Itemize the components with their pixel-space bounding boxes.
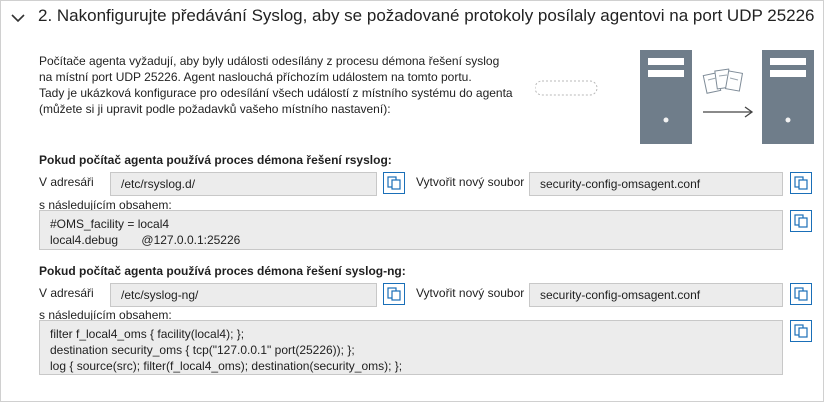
- rsyslog-section-title: Pokud počítač agenta používá proces démo…: [39, 153, 392, 167]
- copy-icon: [387, 176, 401, 190]
- copy-icon: [794, 214, 808, 228]
- copy-dir-button[interactable]: [383, 283, 405, 305]
- copy-file-button[interactable]: [790, 172, 812, 194]
- documents-icon: [702, 68, 744, 94]
- code-line: filter f_local4_oms { facility(local4); …: [50, 327, 245, 341]
- syslogng-dir-label: V adresáři: [39, 286, 94, 300]
- chevron-down-icon[interactable]: [10, 10, 26, 26]
- intro-line: (můžete si ji upravit podle požadavků va…: [39, 102, 391, 116]
- section-title[interactable]: 2. Nakonfigurujte předávání Syslog, aby …: [38, 6, 815, 26]
- rsyslog-file-field[interactable]: security-config-omsagent.conf: [529, 172, 783, 196]
- code-line: #OMS_facility = local4: [50, 217, 170, 231]
- syslogng-file-field[interactable]: security-config-omsagent.conf: [529, 283, 783, 307]
- server-icon: [762, 50, 814, 144]
- rsyslog-content-box[interactable]: #OMS_facility = local4 local4.debug @127.…: [39, 210, 783, 250]
- intro-line: Počítače agenta vyžadují, aby byly událo…: [39, 54, 500, 68]
- syslogng-dir-field[interactable]: /etc/syslog-ng/: [110, 283, 377, 307]
- server-icon: [640, 50, 692, 144]
- dotted-line-icon: [535, 80, 598, 96]
- intro-line: na místní port UDP 25226. Agent naslouch…: [39, 70, 472, 84]
- copy-icon: [387, 287, 401, 301]
- copy-content-button[interactable]: [790, 320, 812, 342]
- intro-line: Tady je ukázková konfigurace pro odesílá…: [39, 86, 513, 100]
- syslogng-section-title: Pokud počítač agenta používá proces démo…: [39, 264, 406, 278]
- rsyslog-file-label: Vytvořit nový soubor: [416, 175, 525, 189]
- arrow-right-icon: [703, 106, 754, 118]
- code-line: destination security_oms { tcp("127.0.0.…: [50, 343, 355, 357]
- rsyslog-dir-label: V adresáři: [39, 175, 94, 189]
- code-line: local4.debug @127.0.0.1:25226: [50, 233, 241, 247]
- copy-icon: [794, 324, 808, 338]
- copy-icon: [794, 287, 808, 301]
- syslog-forwarding-illustration: [535, 50, 814, 144]
- intro-text: Počítače agenta vyžadují, aby byly událo…: [39, 53, 513, 117]
- copy-dir-button[interactable]: [383, 172, 405, 194]
- rsyslog-dir-field[interactable]: /etc/rsyslog.d/: [110, 172, 377, 196]
- syslogng-file-label: Vytvořit nový soubor: [416, 286, 525, 300]
- copy-icon: [794, 176, 808, 190]
- syslogng-content-box[interactable]: filter f_local4_oms { facility(local4); …: [39, 320, 783, 375]
- copy-file-button[interactable]: [790, 283, 812, 305]
- copy-content-button[interactable]: [790, 210, 812, 232]
- code-line: log { source(src); filter(f_local4_oms);…: [50, 359, 403, 373]
